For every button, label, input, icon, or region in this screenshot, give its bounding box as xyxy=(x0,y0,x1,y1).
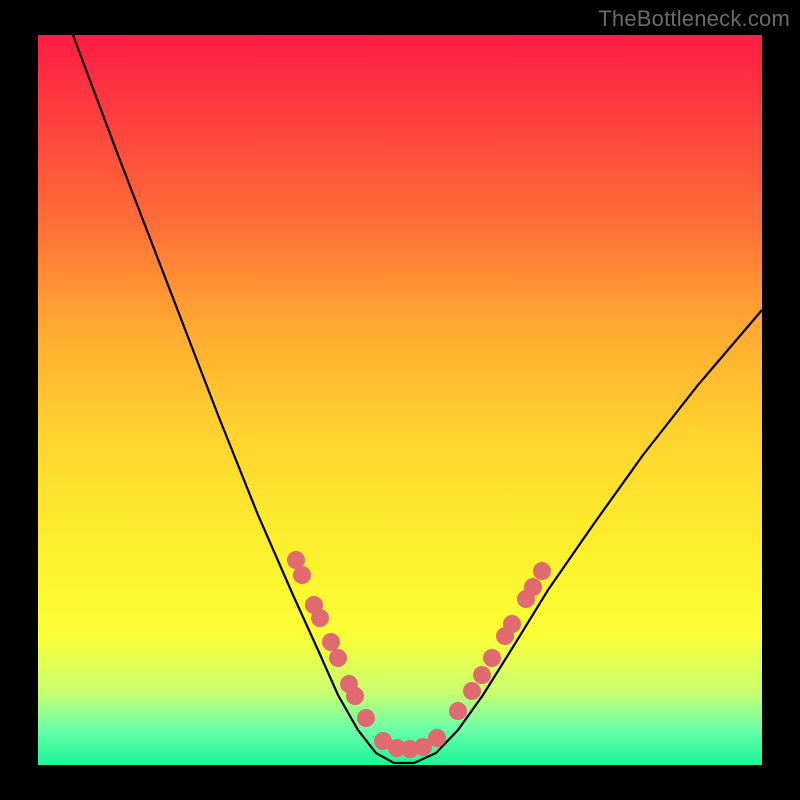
marker-dot xyxy=(473,666,491,684)
marker-dot xyxy=(346,687,364,705)
marker-dot xyxy=(533,562,551,580)
marker-dot xyxy=(503,615,521,633)
marker-dot xyxy=(329,649,347,667)
marker-dot xyxy=(322,633,340,651)
marker-dot xyxy=(293,566,311,584)
bottleneck-curve xyxy=(73,35,762,763)
marker-dot xyxy=(449,702,467,720)
outer-frame: TheBottleneck.com xyxy=(0,0,800,800)
marker-dot xyxy=(311,609,329,627)
marker-dot xyxy=(463,682,481,700)
marker-dot xyxy=(483,649,501,667)
marker-dot xyxy=(357,709,375,727)
marker-dot xyxy=(428,729,446,747)
marker-dots xyxy=(287,551,551,758)
plot-area xyxy=(38,35,762,765)
chart-svg xyxy=(38,35,762,765)
marker-dot xyxy=(524,578,542,596)
watermark-text: TheBottleneck.com xyxy=(598,6,790,32)
